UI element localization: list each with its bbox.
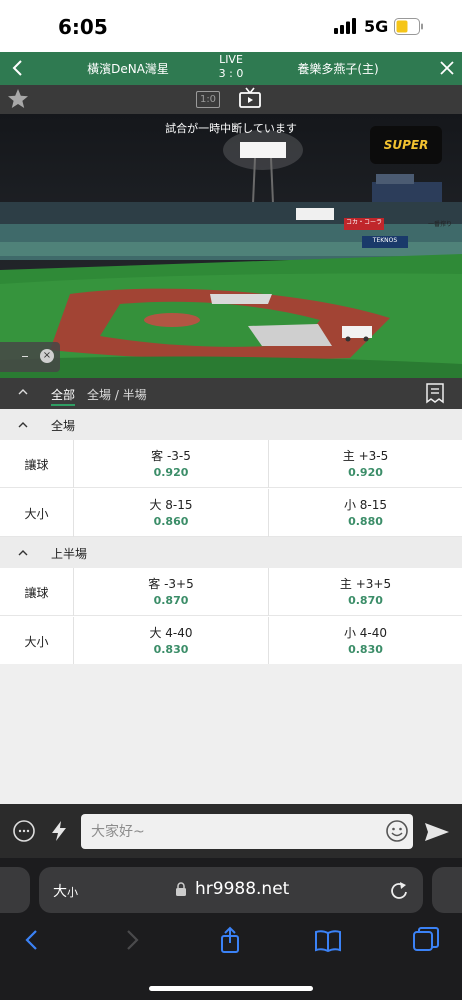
odds-cell-over[interactable]: 大 4-40 0.830 <box>74 617 268 665</box>
odds-value: 0.920 <box>153 466 189 479</box>
mini-player-control[interactable]: × <box>0 342 60 372</box>
odds-line: 主 +3-5 <box>342 449 389 463</box>
market-row-over-under: 大小 大 4-40 0.830 小 4-40 0.830 <box>0 617 462 665</box>
odds-cell-over[interactable]: 大 8-15 0.860 <box>74 489 268 537</box>
chat-bar <box>0 804 462 858</box>
scoreboard-button[interactable]: 1:0 <box>196 91 220 108</box>
tab-all[interactable]: 全部 <box>51 386 75 403</box>
market-row-over-under: 大小 大 8-15 0.860 小 8-15 0.880 <box>0 489 462 537</box>
odds-cell-home[interactable]: 主 +3+5 0.870 <box>269 568 462 616</box>
tv-icon[interactable] <box>238 87 262 111</box>
home-team-name: 養樂多燕子(主) <box>297 62 379 76</box>
reload-icon[interactable] <box>389 879 409 901</box>
market-label: 讓球 <box>24 458 49 472</box>
close-icon[interactable] <box>437 58 457 78</box>
odds-line: 小 8-15 <box>343 498 388 512</box>
chat-bubble-icon[interactable] <box>12 819 36 843</box>
market-row-handicap: 讓球 客 -3-5 0.920 主 +3-5 0.920 <box>0 440 462 488</box>
browser-chrome: 大小 hr9988.net <box>0 858 462 1000</box>
address-bar[interactable]: 大小 hr9988.net <box>39 867 423 913</box>
text-size-large: 大 <box>53 884 67 900</box>
odds-value: 0.830 <box>348 643 383 656</box>
empty-content-area <box>0 664 462 804</box>
bookmarks-icon[interactable] <box>314 926 342 954</box>
market-label: 大小 <box>24 507 49 521</box>
odds-cell-home[interactable]: 主 +3-5 0.920 <box>269 440 462 488</box>
active-tab-indicator <box>51 404 75 406</box>
chat-input[interactable] <box>81 814 413 849</box>
odds-cell-away[interactable]: 客 -3+5 0.870 <box>74 568 268 616</box>
odds-value: 0.880 <box>348 515 383 528</box>
text-size-button[interactable]: 大小 <box>53 881 78 901</box>
section-header-first-half[interactable]: 上半場 <box>0 537 462 568</box>
odds-line: 大 4-40 <box>149 626 193 640</box>
odds-line: 客 -3-5 <box>151 449 191 463</box>
back-chevron-icon[interactable] <box>8 56 28 80</box>
lightning-icon[interactable] <box>50 820 68 842</box>
away-team-name: 橫濱DeNA灣星 <box>87 62 169 76</box>
close-video-icon[interactable]: × <box>40 349 54 363</box>
tab-full-half[interactable]: 全場 / 半場 <box>87 386 147 403</box>
market-label: 大小 <box>24 635 49 649</box>
section-header-full[interactable]: 全場 <box>0 409 462 440</box>
odds-cell-away[interactable]: 客 -3-5 0.920 <box>74 440 268 488</box>
status-bar: 6:05 5G <box>0 0 462 52</box>
odds-line: 主 +3+5 <box>339 577 392 591</box>
broadcast-logo: SUPER <box>370 126 442 164</box>
stadium-sign-3: 一番搾り <box>427 221 452 228</box>
media-toolbar: 1:0 <box>0 85 462 114</box>
next-tab-peek[interactable] <box>432 867 462 913</box>
tabs-icon[interactable] <box>412 926 440 954</box>
odds-line: 客 -3+5 <box>148 577 194 591</box>
odds-value: 0.870 <box>153 594 189 607</box>
odds-cell-under[interactable]: 小 8-15 0.880 <box>269 489 462 537</box>
collapse-section-icon[interactable] <box>17 547 29 559</box>
collapse-all-icon[interactable] <box>17 386 29 398</box>
market-tabs: 全部 全場 / 半場 <box>0 378 462 409</box>
market-label: 讓球 <box>24 586 49 600</box>
status-time: 6:05 <box>58 15 108 39</box>
back-arrow-icon[interactable] <box>18 926 46 954</box>
battery-icon <box>394 18 423 35</box>
market-row-handicap: 讓球 客 -3+5 0.870 主 +3+5 0.870 <box>0 568 462 616</box>
odds-value: 0.860 <box>153 515 189 528</box>
lock-icon <box>176 882 186 896</box>
stadium-sign-2: TEKNOS <box>372 237 398 244</box>
emoji-icon[interactable] <box>385 819 409 843</box>
collapse-section-icon[interactable] <box>17 419 29 431</box>
app-screen: 6:05 5G 橫濱DeNA灣星 LIVE 3 : 0 養樂多燕子(主) 1:0… <box>0 0 462 1000</box>
odds-value: 0.920 <box>348 466 383 479</box>
star-icon[interactable] <box>7 88 29 110</box>
minimize-icon[interactable] <box>22 356 28 357</box>
odds-cell-under[interactable]: 小 4-40 0.830 <box>269 617 462 665</box>
section-title: 全場 <box>51 419 76 433</box>
live-video-player[interactable]: 試合が一時中断しています SUPER コカ・コーラ TEKNOS 一番搾り × <box>0 114 462 378</box>
live-label: LIVE <box>219 53 243 66</box>
odds-value: 0.830 <box>153 643 189 656</box>
cellular-signal-icon <box>334 18 356 34</box>
stadium-sign-1: コカ・コーラ <box>345 219 382 226</box>
section-title: 上半場 <box>51 547 88 561</box>
send-icon[interactable] <box>424 822 450 842</box>
forward-arrow-icon[interactable] <box>118 926 146 954</box>
match-score: 3 : 0 <box>218 67 244 80</box>
previous-tab-peek[interactable] <box>0 867 30 913</box>
odds-line: 小 4-40 <box>343 626 388 640</box>
odds-value: 0.870 <box>348 594 383 607</box>
network-type: 5G <box>364 17 389 36</box>
share-icon[interactable] <box>216 926 244 954</box>
home-indicator <box>149 986 313 991</box>
match-header: 橫濱DeNA灣星 LIVE 3 : 0 養樂多燕子(主) <box>0 52 462 85</box>
bet-slip-icon[interactable] <box>424 382 446 404</box>
url-text: hr9988.net <box>195 879 290 899</box>
text-size-small: 小 <box>67 886 78 899</box>
odds-line: 大 8-15 <box>149 498 193 512</box>
